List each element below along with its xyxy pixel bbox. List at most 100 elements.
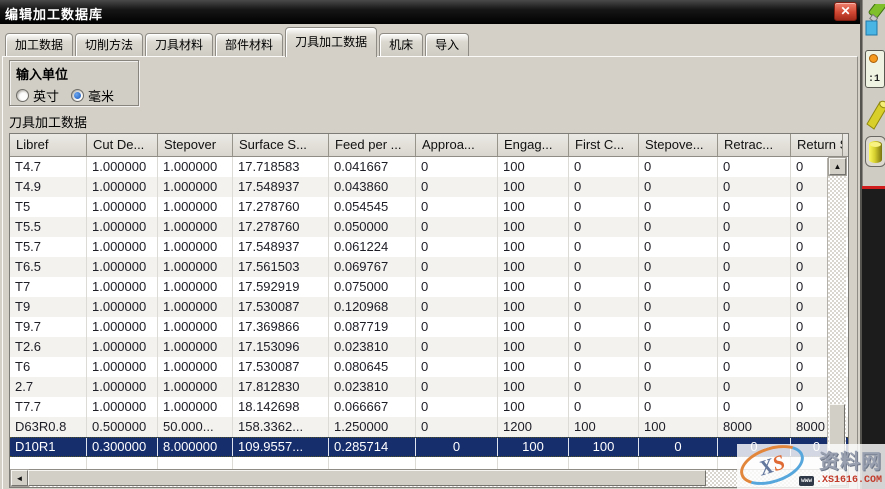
radio-label: 英寸 xyxy=(33,86,59,105)
tab-5[interactable]: 刀具加工数据 xyxy=(285,27,377,57)
table-cell: 100 xyxy=(498,357,569,377)
table-cell: 100 xyxy=(569,417,639,437)
table-cell: T5.7 xyxy=(10,237,87,257)
tab-1[interactable]: 加工数据 xyxy=(5,33,73,56)
chamfer-icon[interactable] xyxy=(865,96,885,132)
table-cell: 0 xyxy=(416,177,498,197)
column-header[interactable]: Approa... xyxy=(416,134,498,156)
column-header[interactable]: Engag... xyxy=(498,134,569,156)
unit-radio-option-1[interactable]: 英寸 xyxy=(16,86,59,105)
column-header[interactable]: Retrac... xyxy=(718,134,791,156)
table-row-T9[interactable]: T91.0000001.00000017.5300870.12096801000… xyxy=(10,297,848,317)
tab-2[interactable]: 切削方法 xyxy=(75,33,143,56)
table-cell: 17.369866 xyxy=(233,317,329,337)
column-header[interactable]: Stepover xyxy=(158,134,233,156)
scroll-up-button[interactable]: ▲ xyxy=(829,158,846,175)
cylinder-body xyxy=(869,141,882,163)
table-cell: 1.000000 xyxy=(158,297,233,317)
table-cell: 17.561503 xyxy=(233,257,329,277)
counter-icon[interactable]: :1 xyxy=(865,50,885,88)
watermark-url-prefix: www xyxy=(799,476,814,486)
table-row-D10R1[interactable]: D10R10.3000008.000000109.9557...0.285714… xyxy=(10,437,848,457)
table-cell: 1.000000 xyxy=(158,337,233,357)
table-cell: 1.000000 xyxy=(87,277,158,297)
table-cell: 1200 xyxy=(498,417,569,437)
table-cell: 0.041667 xyxy=(329,157,416,177)
unit-radio-option-2[interactable]: 毫米 xyxy=(71,86,114,105)
table-cell: 1.000000 xyxy=(87,217,158,237)
table-cell: T7.7 xyxy=(10,397,87,417)
table-cell: 17.530087 xyxy=(233,297,329,317)
scroll-left-button[interactable]: ◄ xyxy=(11,470,28,486)
table-cell: 1.000000 xyxy=(87,157,158,177)
table-cell: T7 xyxy=(10,277,87,297)
table-cell: T6.5 xyxy=(10,257,87,277)
table-cell: 100 xyxy=(498,397,569,417)
table-row-T4.9[interactable]: T4.91.0000001.00000017.5489370.043860010… xyxy=(10,177,848,197)
table-row-T9.7[interactable]: T9.71.0000001.00000017.3698660.087719010… xyxy=(10,317,848,337)
tab-6[interactable]: 机床 xyxy=(379,33,423,56)
table-row-T4.7[interactable]: T4.71.0000001.00000017.7185830.041667010… xyxy=(10,157,848,177)
table-cell: 0 xyxy=(569,277,639,297)
table-cell: 0.066667 xyxy=(329,397,416,417)
radio-label: 毫米 xyxy=(88,86,114,105)
table-row-T7.7[interactable]: T7.71.0000001.00000018.1426980.066667010… xyxy=(10,397,848,417)
table-cell: T2.6 xyxy=(10,337,87,357)
table-cell: 0 xyxy=(639,177,718,197)
table-row-T5[interactable]: T51.0000001.00000017.2787600.05454501000… xyxy=(10,197,848,217)
table-cell: 0 xyxy=(718,197,791,217)
table-cell: 0 xyxy=(718,337,791,357)
table-cell: 100 xyxy=(498,257,569,277)
table-row-T2.6[interactable]: T2.61.0000001.00000017.1530960.023810010… xyxy=(10,337,848,357)
table-cell: 109.9557... xyxy=(233,438,329,456)
paintbrush-icon[interactable] xyxy=(865,4,885,40)
table-row-T5.5[interactable]: T5.51.0000001.00000017.2787600.050000010… xyxy=(10,217,848,237)
table-cell: 158.3362... xyxy=(233,417,329,437)
table-cell: 8.000000 xyxy=(158,438,233,456)
column-header[interactable]: Return S xyxy=(791,134,843,156)
table-cell: 0 xyxy=(416,237,498,257)
table-cell: 0.120968 xyxy=(329,297,416,317)
table-cell: 0.054545 xyxy=(329,197,416,217)
table-row-T5.7[interactable]: T5.71.0000001.00000017.5489370.061224010… xyxy=(10,237,848,257)
radio-selected-icon xyxy=(71,89,84,102)
table-cell: 1.000000 xyxy=(158,217,233,237)
table-cell: 0.023810 xyxy=(329,337,416,357)
table-cell: 1.000000 xyxy=(158,197,233,217)
horizontal-scrollbar[interactable]: ◄ ► xyxy=(10,469,848,487)
column-header[interactable]: Cut De... xyxy=(87,134,158,156)
table-cell: 17.548937 xyxy=(233,177,329,197)
table-cell: 100 xyxy=(498,197,569,217)
table-cell: 1.000000 xyxy=(158,257,233,277)
table-cell: T9 xyxy=(10,297,87,317)
table-row-T6[interactable]: T61.0000001.00000017.5300870.08064501000… xyxy=(10,357,848,377)
table-cell: 0 xyxy=(569,377,639,397)
tab-7[interactable]: 导入 xyxy=(425,33,469,56)
column-header[interactable]: Surface S... xyxy=(233,134,329,156)
horizontal-scroll-thumb[interactable] xyxy=(28,470,706,486)
table-cell: 100 xyxy=(498,157,569,177)
table-cell: 100 xyxy=(498,438,569,456)
table-cell: 0 xyxy=(639,438,718,456)
table-cell: 100 xyxy=(498,217,569,237)
cylinder-icon[interactable] xyxy=(865,136,885,167)
column-header[interactable]: Libref xyxy=(10,134,87,156)
table-row-2.7[interactable]: 2.71.0000001.00000017.8128300.0238100100… xyxy=(10,377,848,397)
tab-4[interactable]: 部件材料 xyxy=(215,33,283,56)
table-cell: 0 xyxy=(416,277,498,297)
table-cell: 0 xyxy=(569,397,639,417)
table-row-T6.5[interactable]: T6.51.0000001.00000017.5615030.069767010… xyxy=(10,257,848,277)
titlebar[interactable]: 编辑加工数据库 ✕ xyxy=(0,0,860,24)
tab-3[interactable]: 刀具材料 xyxy=(145,33,213,56)
table-row-T7[interactable]: T71.0000001.00000017.5929190.07500001000… xyxy=(10,277,848,297)
close-button[interactable]: ✕ xyxy=(834,2,857,21)
column-header[interactable]: Feed per ... xyxy=(329,134,416,156)
table-cell: 0 xyxy=(416,397,498,417)
column-header[interactable]: First C... xyxy=(569,134,639,156)
column-header[interactable]: Stepove... xyxy=(639,134,718,156)
table-cell: 1.000000 xyxy=(87,197,158,217)
table-cell: 0 xyxy=(416,417,498,437)
vertical-scrollbar[interactable]: ▲ xyxy=(827,158,846,469)
table-cell: 50.000... xyxy=(158,417,233,437)
table-row-D63R0.8[interactable]: D63R0.80.50000050.000...158.3362...1.250… xyxy=(10,417,848,437)
